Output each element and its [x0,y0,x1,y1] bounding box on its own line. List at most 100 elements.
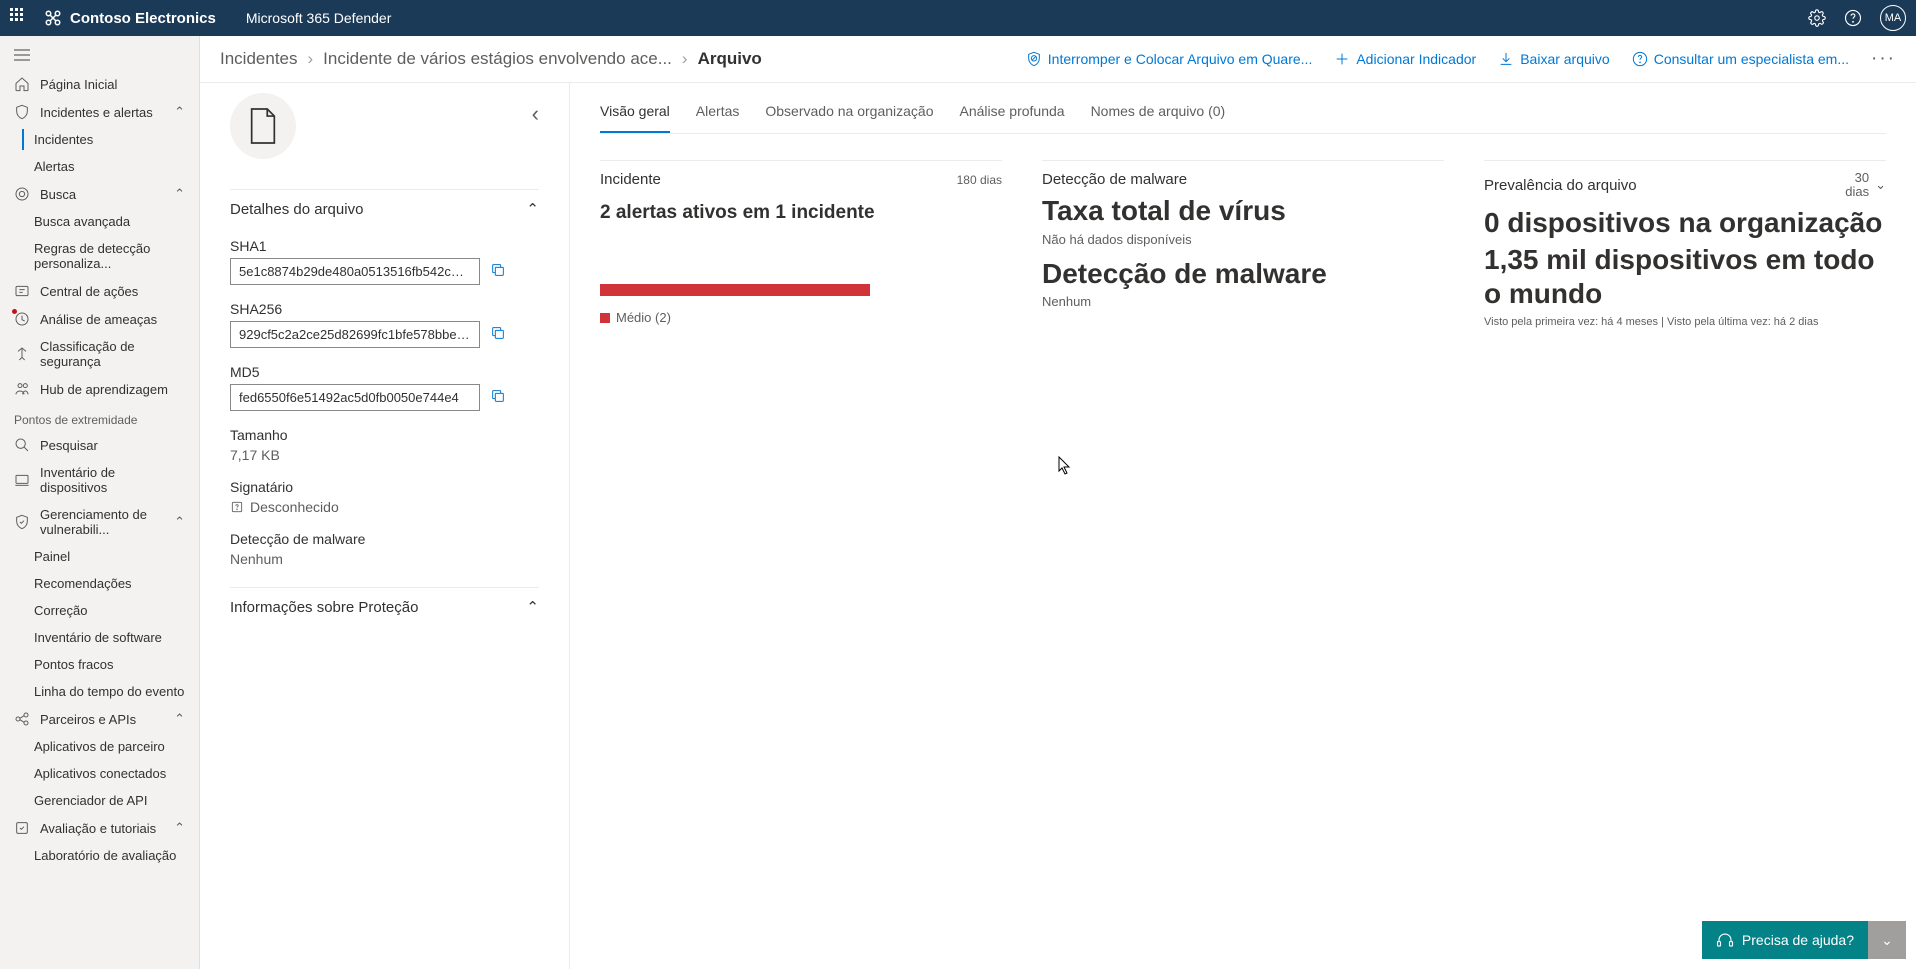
nav-custom-rules[interactable]: Regras de detecção personaliza... [0,235,199,277]
help-widget[interactable]: Precisa de ajuda? ⌄ [1702,921,1906,959]
nav-home[interactable]: Página Inicial [0,70,199,98]
nav-recommendations[interactable]: Recomendações [0,570,199,597]
nav-label: Gerenciamento de vulnerabili... [40,507,164,537]
breadcrumb-root[interactable]: Incidentes [220,49,298,69]
collapse-pane-button[interactable]: ‹ [532,93,539,127]
nav-incidents-alerts[interactable]: Incidentes e alertas ⌃ [0,98,199,126]
home-icon [14,76,30,92]
nav-label: Aplicativos de parceiro [34,739,165,754]
nav-api-manager[interactable]: Gerenciador de API [0,787,199,814]
nav-partners-apis[interactable]: Parceiros e APIs ⌃ [0,705,199,733]
nav-connected-apps[interactable]: Aplicativos conectados [0,760,199,787]
tab-observed[interactable]: Observado na organização [765,93,933,133]
nav-weak-points[interactable]: Pontos fracos [0,651,199,678]
eval-icon [14,820,30,836]
nav-device-inventory[interactable]: Inventário de dispositivos [0,459,199,501]
nav-vuln-mgmt[interactable]: Gerenciamento de vulnerabili... ⌃ [0,501,199,543]
action-download[interactable]: Baixar arquivo [1498,51,1610,67]
md5-value[interactable]: fed6550f6e51492ac5d0fb0050e744e4 [230,384,480,411]
sha256-label: SHA256 [230,301,539,317]
settings-icon[interactable] [1808,9,1826,27]
size-value: 7,17 KB [230,447,539,463]
threat-icon [14,311,30,327]
no-data-text: Não há dados disponíveis [1042,232,1444,247]
nav-label: Painel [34,549,70,564]
shield-icon [14,104,30,120]
overview-pane: Visão geral Alertas Observado na organiz… [570,83,1916,969]
signer-label: Signatário [230,479,539,495]
tab-deep-analysis[interactable]: Análise profunda [959,93,1064,133]
action-consult[interactable]: Consultar um especialista em... [1632,51,1849,67]
section-file-details[interactable]: Detalhes do arquivo ⌃ [230,189,539,228]
nav-label: Pontos fracos [34,657,114,672]
action-quarantine[interactable]: Interromper e Colocar Arquivo em Quare..… [1026,51,1313,67]
nav-action-center[interactable]: Central de ações [0,277,199,305]
nav-label: Incidentes [34,132,93,147]
breadcrumb: Incidentes › Incidente de vários estágio… [220,49,762,69]
copy-button[interactable] [490,325,506,344]
copy-button[interactable] [490,262,506,281]
nav-label: Alertas [34,159,74,174]
action-label: Adicionar Indicador [1356,51,1476,67]
action-more[interactable]: ··· [1871,48,1896,70]
nav-toggle[interactable] [0,42,199,70]
period-selector[interactable]: 30 dias ⌄ [1845,171,1886,200]
tab-filenames[interactable]: Nomes de arquivo (0) [1091,93,1226,133]
nav-software-inventory[interactable]: Inventário de software [0,624,199,651]
tab-overview[interactable]: Visão geral [600,93,670,133]
chevron-up-icon: ⌃ [174,104,185,120]
nav-learning-hub[interactable]: Hub de aprendizagem [0,375,199,403]
file-icon [230,93,296,159]
brand: Contoso Electronics [44,9,216,27]
nav-label: Avaliação e tutoriais [40,821,156,836]
nav-eval-lab[interactable]: Laboratório de avaliação [0,842,199,869]
chevron-up-icon: ⌃ [174,186,185,202]
period-value: 30 [1845,171,1869,185]
nav-incidents[interactable]: Incidentes [0,126,199,153]
command-bar: Incidentes › Incidente de vários estágio… [200,36,1916,83]
malware-detection-value: Nenhum [230,551,539,567]
nav-alerts[interactable]: Alertas [0,153,199,180]
learning-icon [14,381,30,397]
brand-text: Contoso Electronics [70,10,216,27]
help-icon[interactable] [1844,9,1862,27]
nav-event-timeline[interactable]: Linha do tempo do evento [0,678,199,705]
card-title: Prevalência do arquivo [1484,177,1637,194]
nav-label: Linha do tempo do evento [34,684,184,699]
nav-label: Recomendações [34,576,132,591]
nav-eval-tutorials[interactable]: Avaliação e tutoriais ⌃ [0,814,199,842]
tab-alerts[interactable]: Alertas [696,93,740,133]
nav-search[interactable]: Busca ⌃ [0,180,199,208]
sha256-value[interactable]: 929cf5c2a2ce25d82699fc1bfe578bbe8ab [230,321,480,348]
legend-swatch-medium [600,313,610,323]
nav-remediation[interactable]: Correção [0,597,199,624]
chevron-up-icon: ⌃ [526,598,539,616]
nav-adv-search[interactable]: Busca avançada [0,208,199,235]
nav-dashboard[interactable]: Painel [0,543,199,570]
nav-ep-search[interactable]: Pesquisar [0,431,199,459]
nav-label: Regras de detecção personaliza... [34,241,185,271]
app-launcher-icon[interactable] [10,8,30,28]
action-add-indicator[interactable]: Adicionar Indicador [1334,51,1476,67]
nav-section-endpoints: Pontos de extremidade [0,403,199,431]
nav-threat-analytics[interactable]: Análise de ameaças [0,305,199,333]
nav-partner-apps[interactable]: Aplicativos de parceiro [0,733,199,760]
file-tabs: Visão geral Alertas Observado na organiz… [600,93,1886,134]
breadcrumb-incident[interactable]: Incidente de vários estágios envolvendo … [323,49,672,69]
legend-label: Médio (2) [616,310,671,325]
user-avatar[interactable]: MA [1880,5,1906,31]
help-label: Precisa de ajuda? [1742,932,1854,948]
plus-icon [1334,51,1350,67]
hunting-icon [14,186,30,202]
nav-secure-score[interactable]: Classificação de segurança [0,333,199,375]
question-icon [1632,51,1648,67]
sha1-value[interactable]: 5e1c8874b29de480a0513516fb542cad2b [230,258,480,285]
section-title: Detalhes do arquivo [230,201,363,218]
nav-label: Pesquisar [40,438,98,453]
help-chevron[interactable]: ⌄ [1868,921,1906,959]
copy-button[interactable] [490,388,506,407]
section-protection-info[interactable]: Informações sobre Proteção ⌃ [230,587,539,626]
partners-icon [14,711,30,727]
nav-label: Inventário de software [34,630,162,645]
malware-detection-label: Detecção de malware [230,531,539,547]
